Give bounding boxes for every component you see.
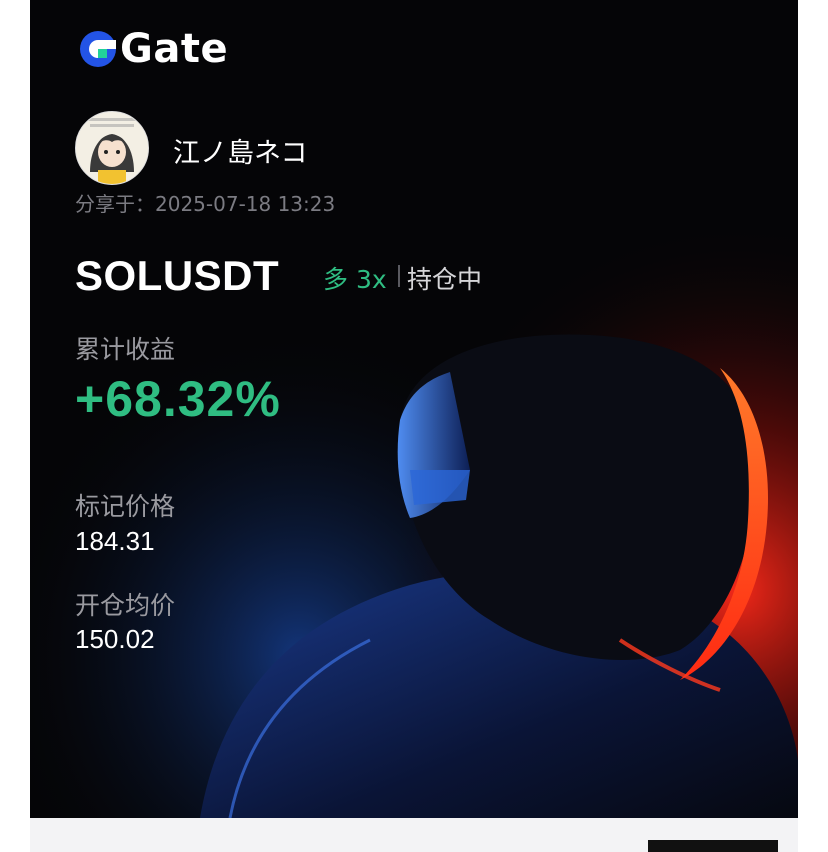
gate-logo-icon — [80, 31, 116, 67]
user-avatar — [75, 111, 149, 185]
pnl-label: 累计收益 — [75, 335, 176, 364]
mark-price-value: 184.31 — [75, 526, 155, 556]
entry-price-value: 150.02 — [75, 624, 155, 654]
share-card: Gate 江ノ島ネコ 分享于：2025-07-18 13:23 SOLUSDT … — [30, 0, 798, 818]
share-timestamp: 分享于：2025-07-18 13:23 — [75, 192, 336, 216]
trading-pair: SOLUSDT — [75, 252, 280, 299]
divider — [398, 265, 400, 287]
mark-price-label: 标记价格 — [75, 492, 176, 521]
brand-name: Gate — [120, 26, 229, 72]
position-direction: 多 3x — [323, 265, 387, 294]
username: 江ノ島ネコ — [173, 138, 308, 169]
pnl-value: +68.32% — [75, 371, 281, 427]
qr-code-edge — [648, 840, 778, 852]
anime-avatar-icon — [76, 112, 148, 184]
gate-logo: Gate — [78, 26, 229, 72]
entry-price-label: 开仓均价 — [75, 591, 176, 620]
position-status: 持仓中 — [407, 265, 483, 294]
